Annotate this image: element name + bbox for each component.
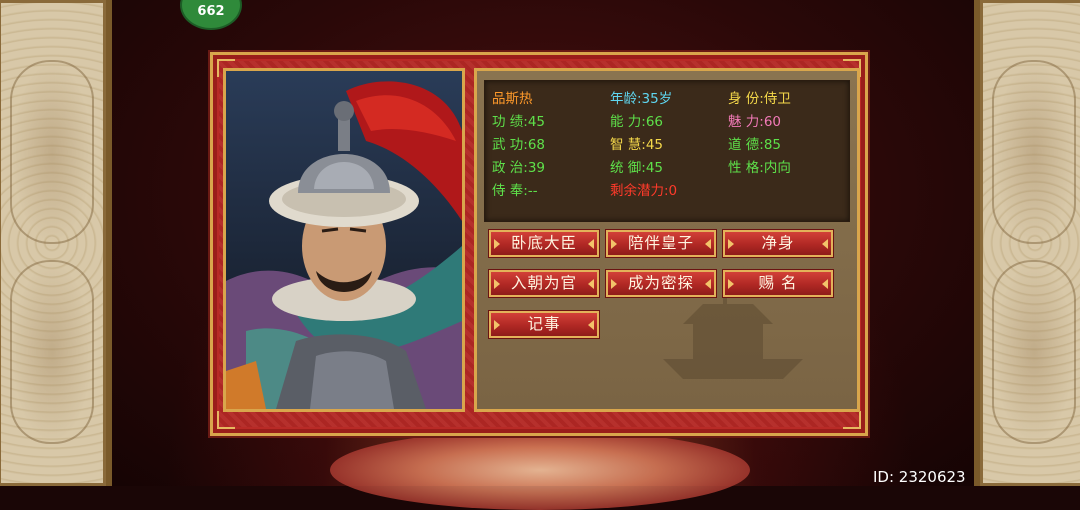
button-ornament: [705, 239, 711, 249]
action-button-undercover-minister[interactable]: 卧底大臣: [489, 230, 599, 257]
stat-age: 年龄:35岁: [610, 91, 673, 107]
dragon-ornament: [992, 260, 1076, 444]
button-label: 净身: [761, 234, 795, 252]
dragon-ornament: [10, 60, 94, 244]
corner-ornament: [217, 411, 235, 429]
button-ornament: [705, 279, 711, 289]
button-ornament: [728, 279, 734, 289]
button-label: 赐 名: [758, 274, 798, 292]
stat-status: 身 份:侍卫: [728, 91, 791, 107]
stat-potential: 剩余潜力:0: [610, 183, 678, 199]
button-ornament: [611, 239, 617, 249]
button-ornament: [588, 279, 594, 289]
dragon-ornament: [10, 260, 94, 444]
stat-command: 统 御:45: [610, 160, 664, 176]
button-label: 卧底大臣: [510, 234, 577, 252]
action-button-become-official[interactable]: 入朝为官: [489, 270, 599, 297]
left-decor-panel: [0, 0, 112, 486]
stat-personality: 性 格:内向: [728, 160, 791, 176]
button-ornament: [822, 239, 828, 249]
action-button-records[interactable]: 记事: [489, 311, 599, 338]
stat-wisdom: 智 慧:45: [610, 137, 664, 153]
dragon-ornament: [992, 60, 1076, 244]
action-button-accompany-prince[interactable]: 陪伴皇子: [606, 230, 716, 257]
stat-morality: 道 德:85: [728, 137, 782, 153]
officer-name: 品斯热: [492, 91, 533, 107]
button-ornament: [728, 239, 734, 249]
info-panel: 品斯热 年龄:35岁 身 份:侍卫 功 绩:45 能 力:66 魅 力:60 武…: [474, 68, 860, 412]
stat-politics: 政 治:39: [492, 160, 546, 176]
stat-salary: 侍 奉:--: [492, 183, 538, 199]
button-label: 记事: [527, 315, 561, 333]
button-ornament: [611, 279, 617, 289]
stats-box: 品斯热 年龄:35岁 身 份:侍卫 功 绩:45 能 力:66 魅 力:60 武…: [484, 80, 850, 222]
button-ornament: [588, 239, 594, 249]
stat-ability: 能 力:66: [610, 114, 664, 130]
action-button-bestow-name[interactable]: 赐 名: [723, 270, 833, 297]
button-label: 入朝为官: [510, 274, 577, 292]
right-decor-panel: [974, 0, 1080, 486]
button-ornament: [588, 320, 594, 330]
stat-merit: 功 绩:45: [492, 114, 546, 130]
stat-charm: 魅 力:60: [728, 114, 782, 130]
button-label: 成为密探: [627, 274, 694, 292]
player-id: ID: 2320623: [873, 468, 966, 486]
action-button-castrate[interactable]: 净身: [723, 230, 833, 257]
stat-martial: 武 功:68: [492, 137, 546, 153]
action-button-become-spy[interactable]: 成为密探: [606, 270, 716, 297]
officer-portrait: [223, 68, 465, 412]
button-ornament: [494, 239, 500, 249]
background-floor-glow: [330, 430, 750, 510]
officer-dialog: 品斯热 年龄:35岁 身 份:侍卫 功 绩:45 能 力:66 魅 力:60 武…: [210, 52, 868, 436]
button-ornament: [822, 279, 828, 289]
corner-ornament: [843, 411, 861, 429]
button-ornament: [494, 279, 500, 289]
button-label: 陪伴皇子: [627, 234, 694, 252]
button-ornament: [494, 320, 500, 330]
